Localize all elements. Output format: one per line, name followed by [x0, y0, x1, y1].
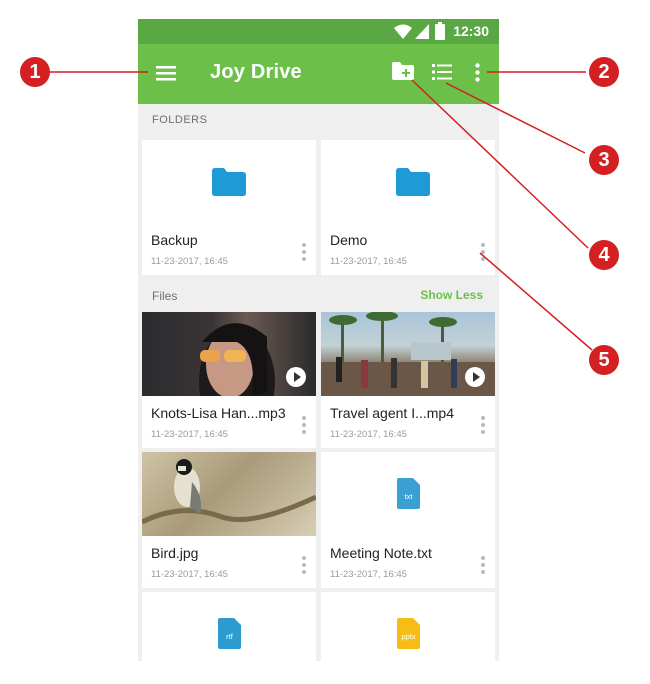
callout-line-3 — [445, 82, 586, 154]
callout-lines — [48, 71, 593, 351]
callout-line-5 — [479, 252, 593, 351]
callout-badge-4: 4 — [589, 240, 619, 270]
callout-line-4 — [411, 79, 589, 249]
callout-badge-1: 1 — [20, 57, 50, 87]
callout-badge-5: 5 — [589, 345, 619, 375]
callout-badge-2: 2 — [589, 57, 619, 87]
callout-badge-3: 3 — [589, 145, 619, 175]
